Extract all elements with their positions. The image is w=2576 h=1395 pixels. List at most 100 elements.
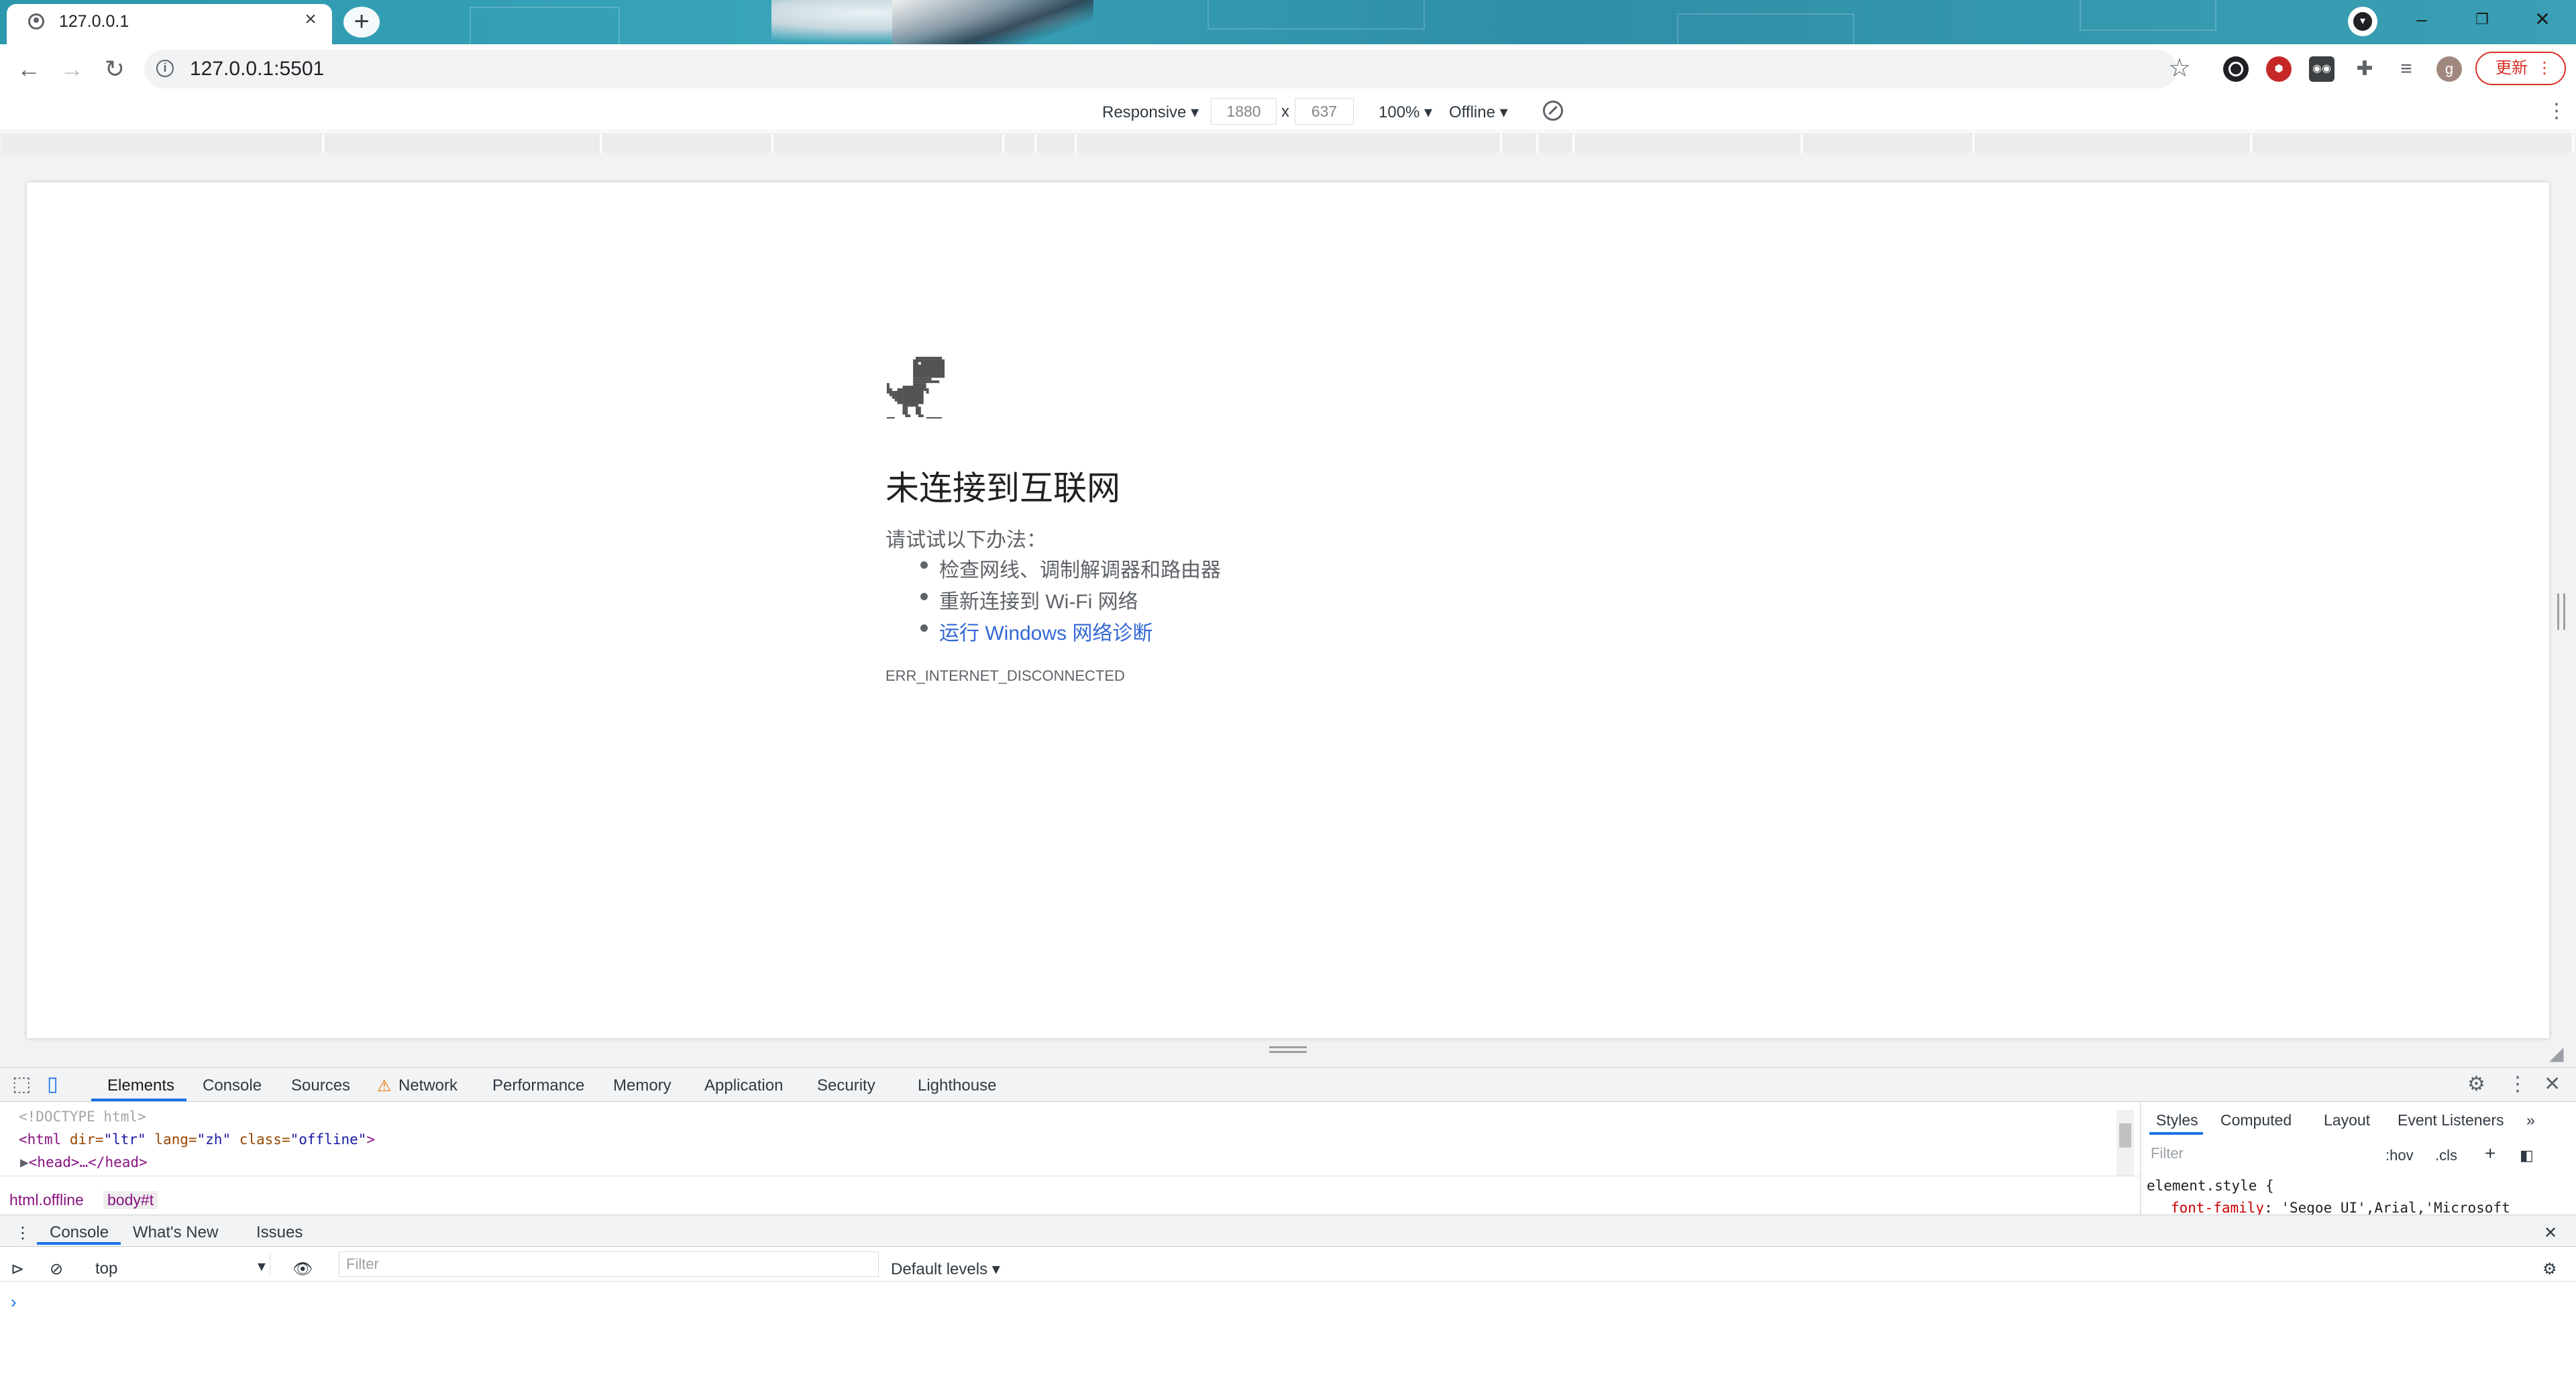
network-diagnostics-link[interactable]: 运行 Windows 网络诊断 bbox=[939, 616, 1152, 646]
eye-icon[interactable]: 👁 bbox=[292, 1260, 313, 1279]
tab-title: 127.0.0.1 bbox=[59, 12, 129, 31]
drawer-tab-issues[interactable]: Issues bbox=[256, 1223, 303, 1242]
resize-corner-icon[interactable]: ◢ bbox=[2549, 1042, 2564, 1064]
add-rule-icon[interactable]: + bbox=[2485, 1143, 2496, 1164]
gear-icon[interactable]: ⚙ bbox=[2467, 1073, 2485, 1096]
more-options-icon[interactable]: ⋮ bbox=[2546, 99, 2567, 123]
media-query-segment[interactable] bbox=[325, 134, 602, 153]
attr-value: "offline" bbox=[290, 1131, 367, 1148]
throttling-select[interactable]: Offline ▾ bbox=[1449, 103, 1508, 122]
drawer-tab-console[interactable]: Console bbox=[50, 1223, 109, 1242]
drawer-menu-icon[interactable]: ⋮ bbox=[15, 1223, 31, 1243]
tab-styles[interactable]: Styles bbox=[2156, 1111, 2198, 1129]
media-query-segment[interactable] bbox=[1539, 134, 1574, 153]
html-node[interactable]: <html dir="ltr" lang="zh" class="offline… bbox=[19, 1131, 375, 1148]
emulated-viewport bbox=[27, 182, 2549, 1038]
style-rule-selector[interactable]: element.style { bbox=[2147, 1178, 2274, 1194]
media-query-segment[interactable] bbox=[2253, 134, 2574, 153]
resize-handle-right[interactable] bbox=[2557, 594, 2565, 630]
scrollbar-thumb[interactable] bbox=[2119, 1123, 2131, 1148]
drawer-tab-whats-new[interactable]: What's New bbox=[133, 1223, 218, 1242]
expand-triangle-icon[interactable]: ▶ bbox=[20, 1154, 29, 1170]
attr-value: "ltr" bbox=[103, 1131, 146, 1148]
breadcrumb-html[interactable]: html.offline bbox=[9, 1191, 84, 1209]
reload-icon[interactable]: ↻ bbox=[98, 52, 131, 86]
hover-state-toggle[interactable]: :hov bbox=[2385, 1147, 2414, 1164]
tab-strip bbox=[0, 0, 2576, 44]
device-toolbar-icon[interactable]: ▯ bbox=[47, 1073, 58, 1096]
tab-memory[interactable]: Memory bbox=[613, 1076, 672, 1095]
tab-event-listeners[interactable]: Event Listeners bbox=[2398, 1111, 2504, 1129]
more-tabs-icon[interactable]: » bbox=[2526, 1111, 2535, 1129]
tab-lighthouse[interactable]: Lighthouse bbox=[918, 1076, 996, 1095]
ublock-icon[interactable]: ⬢ bbox=[2266, 56, 2292, 82]
media-query-segment[interactable] bbox=[602, 134, 773, 153]
url-text[interactable]: 127.0.0.1:5501 bbox=[190, 58, 324, 80]
sidebar-toggle-icon[interactable]: ◧ bbox=[2520, 1147, 2534, 1164]
breadcrumb-body[interactable]: body#t bbox=[103, 1191, 158, 1209]
attr-name: lang= bbox=[146, 1131, 197, 1148]
scrollbar[interactable] bbox=[2116, 1110, 2134, 1177]
tab-performance[interactable]: Performance bbox=[492, 1076, 584, 1095]
browser-tab[interactable] bbox=[7, 4, 332, 44]
extension-icon[interactable]: ◉◉ bbox=[2309, 56, 2334, 82]
close-icon[interactable]: × bbox=[299, 8, 322, 31]
console-filter-input[interactable]: Filter bbox=[339, 1251, 879, 1277]
tab-application[interactable]: Application bbox=[704, 1076, 783, 1095]
address-bar[interactable] bbox=[144, 50, 2177, 89]
class-toggle[interactable]: .cls bbox=[2435, 1147, 2457, 1164]
media-query-segment[interactable] bbox=[1077, 134, 1502, 153]
clear-console-icon[interactable]: ⊘ bbox=[50, 1260, 63, 1279]
window-close-button[interactable]: ✕ bbox=[2512, 3, 2573, 36]
styles-filter-input[interactable]: Filter bbox=[2147, 1140, 2372, 1167]
tab-search-button[interactable]: ▾ bbox=[2348, 7, 2377, 36]
restore-button[interactable]: ❐ bbox=[2452, 3, 2512, 36]
attr-name: class= bbox=[231, 1131, 290, 1148]
console-prompt[interactable]: › bbox=[11, 1292, 17, 1313]
close-icon[interactable]: ✕ bbox=[2544, 1073, 2561, 1096]
tab-sources[interactable]: Sources bbox=[291, 1076, 350, 1095]
rotate-icon[interactable] bbox=[1543, 101, 1563, 121]
width-input[interactable]: 1880 bbox=[1211, 98, 1277, 125]
reading-list-icon[interactable]: ≡ bbox=[2394, 56, 2419, 82]
update-button[interactable]: 更新 ⋮ bbox=[2475, 52, 2566, 85]
inspect-element-icon[interactable]: ⬚ bbox=[12, 1073, 31, 1096]
puzzle-icon[interactable]: ✚ bbox=[2352, 56, 2377, 82]
forward-arrow-icon[interactable]: → bbox=[55, 52, 89, 86]
elements-tree: <!DOCTYPE html> <html dir="ltr" lang="zh… bbox=[0, 1102, 2113, 1176]
zoom-select[interactable]: 100% ▾ bbox=[1379, 103, 1432, 122]
head-node[interactable]: ▶<head>…</head> bbox=[20, 1154, 148, 1170]
tab-network[interactable]: Network bbox=[398, 1076, 458, 1095]
close-icon[interactable]: ✕ bbox=[2544, 1223, 2557, 1243]
style-declaration[interactable]: font-family: 'Segoe UI',Arial,'Microsoft bbox=[2171, 1200, 2510, 1216]
media-query-segment[interactable] bbox=[1975, 134, 2252, 153]
media-query-segment[interactable] bbox=[1037, 134, 1077, 153]
device-select[interactable]: Responsive ▾ bbox=[1102, 103, 1199, 122]
gear-icon[interactable]: ⚙ bbox=[2542, 1260, 2557, 1279]
globe-icon bbox=[28, 13, 44, 30]
bookmark-star-icon[interactable]: ☆ bbox=[2168, 55, 2191, 82]
sidebar-toggle-icon[interactable]: ⊳ bbox=[11, 1260, 24, 1279]
back-arrow-icon[interactable]: ← bbox=[12, 52, 46, 86]
tab-console[interactable]: Console bbox=[203, 1076, 262, 1095]
resize-handle-bottom[interactable] bbox=[1269, 1046, 1307, 1053]
media-query-segment[interactable] bbox=[1503, 134, 1538, 153]
media-query-segment[interactable] bbox=[3, 134, 324, 153]
tab-elements[interactable]: Elements bbox=[107, 1076, 174, 1095]
avatar[interactable]: g bbox=[2436, 56, 2462, 82]
info-icon[interactable]: i bbox=[156, 60, 174, 77]
tab-security[interactable]: Security bbox=[817, 1076, 875, 1095]
doctype-node[interactable]: <!DOCTYPE html> bbox=[19, 1109, 146, 1125]
media-query-segment[interactable] bbox=[1803, 134, 1974, 153]
media-query-segment[interactable] bbox=[774, 134, 1004, 153]
media-query-segment[interactable] bbox=[1005, 134, 1036, 153]
extension-icon[interactable] bbox=[2223, 56, 2249, 82]
media-query-segment[interactable] bbox=[1575, 134, 1803, 153]
tab-layout[interactable]: Layout bbox=[2324, 1111, 2370, 1129]
more-options-icon[interactable]: ⋮ bbox=[2508, 1073, 2528, 1096]
new-tab-button[interactable]: + bbox=[343, 7, 380, 38]
minimize-button[interactable]: – bbox=[2392, 3, 2452, 36]
tab-computed[interactable]: Computed bbox=[2220, 1111, 2292, 1129]
height-input[interactable]: 637 bbox=[1295, 98, 1354, 125]
log-levels-select[interactable]: Default levels ▾ bbox=[891, 1260, 1000, 1279]
